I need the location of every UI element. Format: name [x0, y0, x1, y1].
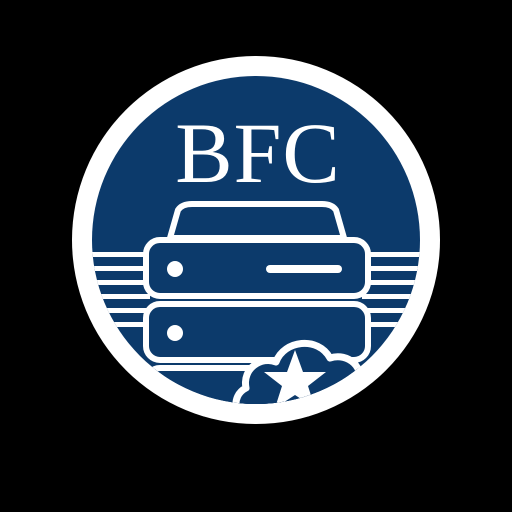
bfc-logo: BFC	[72, 56, 440, 424]
logo-text: BFC	[175, 105, 341, 201]
logo-canvas: BFC	[0, 0, 512, 512]
